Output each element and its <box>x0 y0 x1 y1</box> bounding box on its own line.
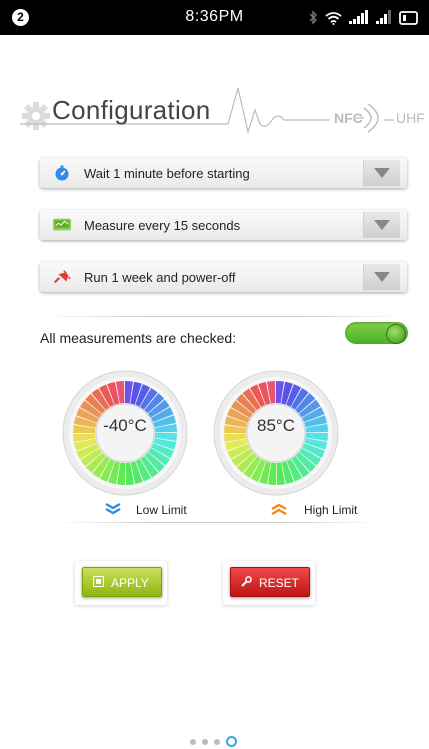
status-bar: 2 8:36PM <box>0 0 429 35</box>
wrench-icon <box>241 576 252 587</box>
start-delay-value: Wait 1 minute before starting <box>84 166 250 181</box>
high-limit-value: 85°C <box>257 416 295 435</box>
page-dot[interactable] <box>226 736 237 747</box>
measure-interval-select[interactable]: Measure every 15 seconds <box>40 210 407 240</box>
dropdown-arrow[interactable] <box>363 212 400 238</box>
high-limit-dial[interactable]: 85°C <box>211 368 341 498</box>
signal-icon <box>376 10 391 24</box>
start-delay-select[interactable]: Wait 1 minute before starting <box>40 158 407 188</box>
dropdown-arrow[interactable] <box>363 264 400 290</box>
toggle-knob <box>386 324 406 344</box>
app-header: Configuration NFC UHF <box>0 80 429 140</box>
power-plug-icon <box>54 270 71 284</box>
high-limit-label: High Limit <box>304 503 358 517</box>
reset-button[interactable]: RESET <box>230 567 310 597</box>
status-icons <box>309 9 419 26</box>
measurements-check-label: All measurements are checked: <box>40 330 237 346</box>
measure-interval-value: Measure every 15 seconds <box>84 218 241 233</box>
chevron-down-icon <box>374 272 390 282</box>
run-duration-select[interactable]: Run 1 week and power-off <box>40 262 407 292</box>
nfc-label: NFC <box>334 110 363 126</box>
apply-button-label: APPLY <box>111 576 149 590</box>
page-title: Configuration <box>52 95 211 125</box>
low-limit-value: -40°C <box>103 416 147 435</box>
chevron-down-icon <box>374 168 390 178</box>
uhf-label: UHF <box>396 110 425 126</box>
signal-icon <box>349 10 368 24</box>
divider <box>40 316 407 317</box>
page-dot[interactable] <box>202 738 208 745</box>
stopwatch-icon <box>55 165 69 181</box>
chevron-down-icon <box>374 220 390 230</box>
page-dot[interactable] <box>190 738 196 745</box>
screen-icon <box>53 218 71 231</box>
page-dot[interactable] <box>214 738 220 745</box>
bluetooth-icon <box>309 10 317 25</box>
low-limit-dial[interactable]: -40°C <box>60 368 190 498</box>
divider <box>55 522 380 523</box>
gear-icon <box>22 102 50 130</box>
dropdown-arrow[interactable] <box>363 160 400 186</box>
run-duration-value: Run 1 week and power-off <box>84 270 236 285</box>
reset-button-label: RESET <box>259 576 300 590</box>
chevrons-down-icon <box>105 502 121 515</box>
page-indicator <box>190 736 237 747</box>
low-limit-label: Low Limit <box>136 503 187 517</box>
wifi-icon <box>325 11 342 25</box>
apply-button[interactable]: APPLY <box>82 567 162 597</box>
apply-icon <box>93 576 104 587</box>
chevrons-up-icon <box>271 503 287 516</box>
measurements-check-toggle[interactable] <box>345 322 408 344</box>
battery-icon <box>399 10 418 25</box>
